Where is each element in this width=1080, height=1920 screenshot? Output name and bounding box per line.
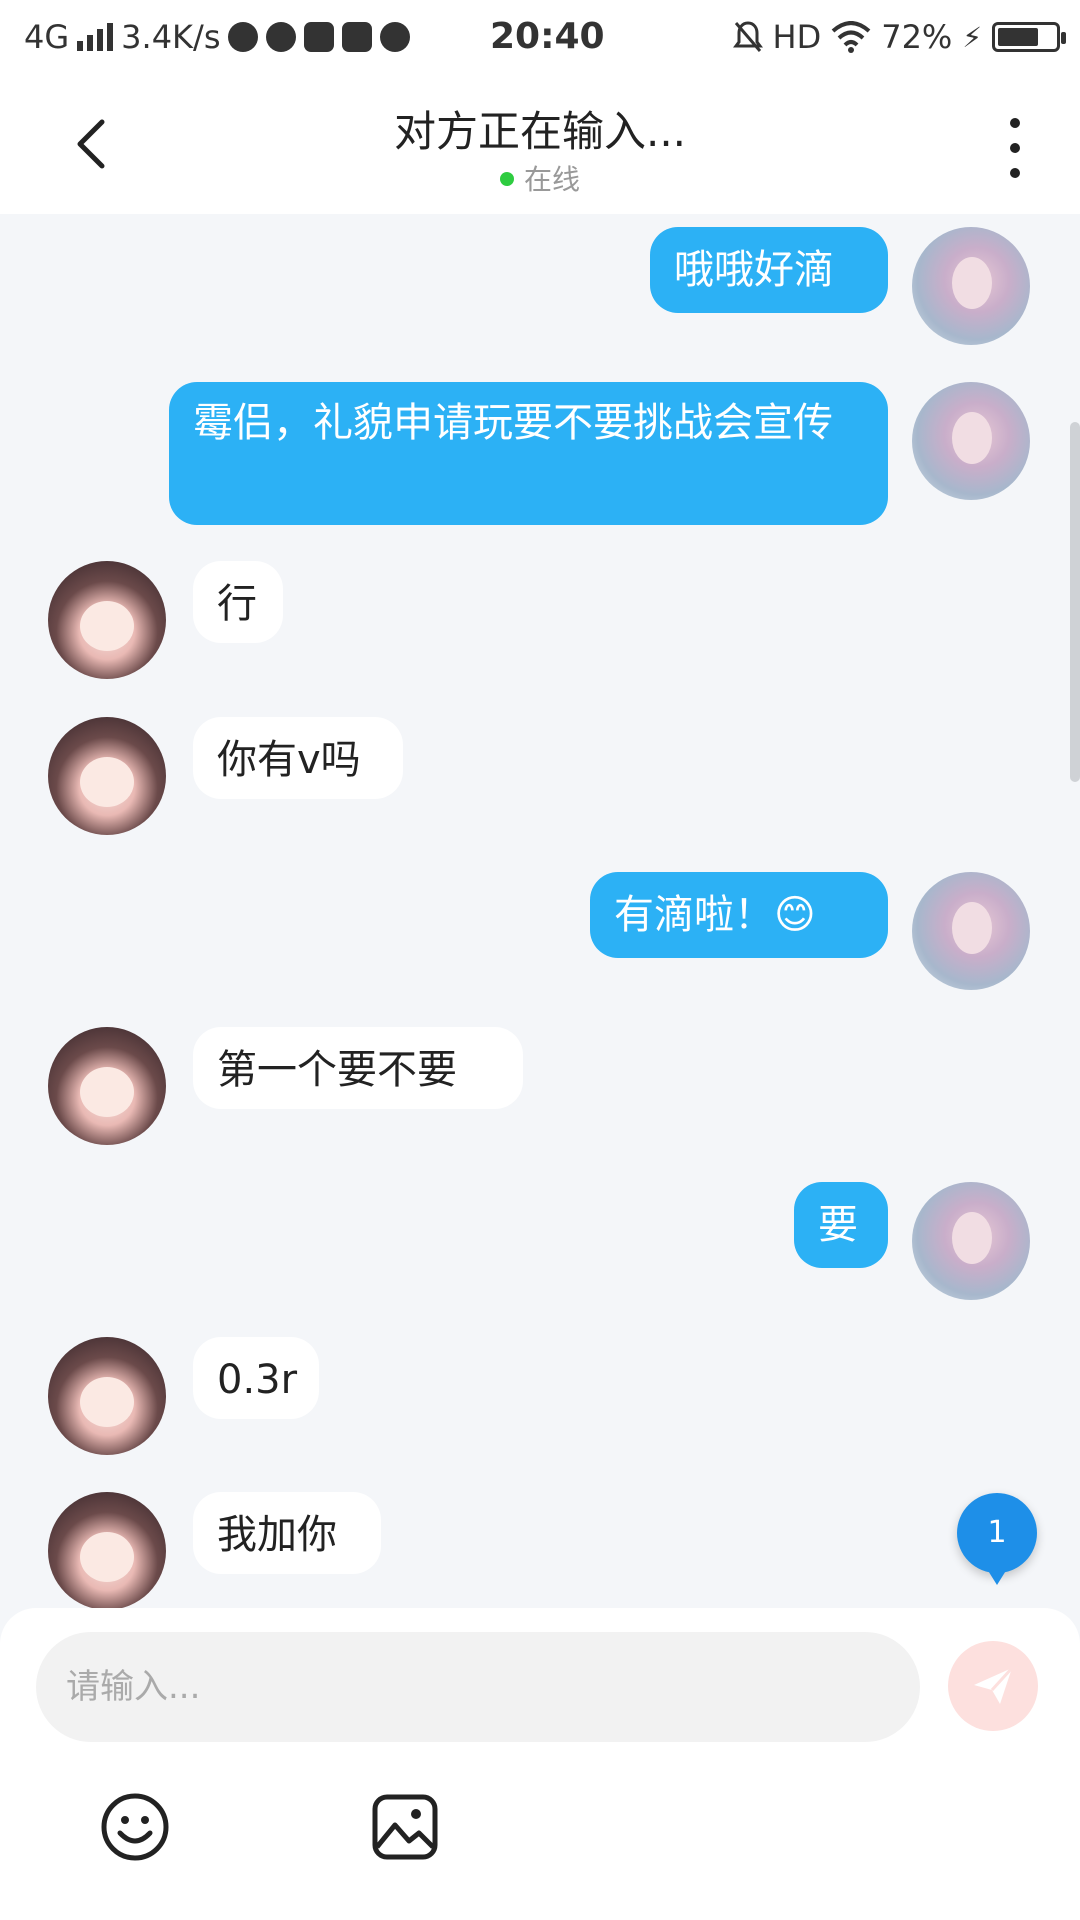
- unread-count-badge[interactable]: 1: [957, 1493, 1037, 1585]
- message-bubble[interactable]: 要: [794, 1182, 888, 1268]
- network-speed: 3.4K/s: [121, 18, 221, 56]
- charging-icon: ⚡: [962, 20, 982, 54]
- message-bubble[interactable]: 第一个要不要: [193, 1027, 523, 1109]
- message-bubble[interactable]: 你有v吗: [193, 717, 403, 799]
- avatar[interactable]: [48, 1492, 166, 1609]
- avatar[interactable]: [48, 1337, 166, 1455]
- avatar[interactable]: [912, 872, 1030, 990]
- avatar[interactable]: [912, 1182, 1030, 1300]
- send-icon: [974, 1666, 1014, 1704]
- more-options-button[interactable]: [1000, 118, 1030, 178]
- browser-app-icon: [266, 22, 297, 52]
- message-bubble[interactable]: 0.3r: [193, 1337, 319, 1419]
- network-label: 4G: [24, 18, 70, 56]
- online-label: 在线: [523, 163, 580, 196]
- image-icon[interactable]: [369, 1791, 441, 1863]
- hd-label: HD: [772, 18, 822, 56]
- dot-icon: [1010, 118, 1020, 128]
- emoji-icon[interactable]: [99, 1791, 171, 1863]
- message-input[interactable]: 请输入...: [36, 1632, 920, 1742]
- avatar[interactable]: [48, 1027, 166, 1145]
- play-app-icon: [228, 22, 259, 52]
- wifi-icon: [831, 21, 871, 53]
- battery-percent: 72%: [881, 18, 953, 56]
- page-title: 对方正在输入...: [393, 107, 687, 156]
- message-bubble[interactable]: 我加你: [193, 1492, 381, 1574]
- chat-messages[interactable]: 哦哦好滴 霉侣，礼貌申请玩要不要挑战会宣传 行 你有v吗 有滴啦！😊 第一个要不…: [0, 214, 1080, 1609]
- app-icon: [304, 22, 335, 52]
- chat-header: 对方正在输入... 在线: [0, 74, 1080, 214]
- avatar[interactable]: [912, 382, 1030, 500]
- chat-app-icon: [380, 22, 411, 52]
- online-dot-icon: [499, 172, 514, 186]
- message-bubble[interactable]: 行: [193, 561, 283, 643]
- avatar[interactable]: [48, 717, 166, 835]
- inbox-app-icon: [342, 22, 373, 52]
- signal-icon: [77, 23, 114, 51]
- dot-icon: [1010, 168, 1020, 178]
- avatar[interactable]: [912, 227, 1030, 345]
- message-bubble[interactable]: 霉侣，礼貌申请玩要不要挑战会宣传: [169, 382, 888, 525]
- avatar[interactable]: [48, 561, 166, 679]
- send-button[interactable]: [948, 1641, 1038, 1731]
- scrollbar[interactable]: [1070, 422, 1080, 782]
- dot-icon: [1010, 143, 1020, 153]
- online-status: 在线: [0, 158, 1080, 198]
- input-panel: 请输入...: [0, 1608, 1080, 1920]
- message-bubble[interactable]: 有滴啦！😊: [590, 872, 888, 958]
- clock: 20:40: [490, 16, 605, 57]
- status-bar: 4G 3.4K/s 20:40 HD 72% ⚡: [0, 0, 1080, 74]
- status-left: 4G 3.4K/s: [24, 18, 411, 56]
- message-bubble[interactable]: 哦哦好滴: [650, 227, 888, 313]
- battery-icon: [992, 22, 1066, 52]
- status-right: HD 72% ⚡: [732, 18, 1066, 56]
- bell-muted-icon: [732, 21, 763, 52]
